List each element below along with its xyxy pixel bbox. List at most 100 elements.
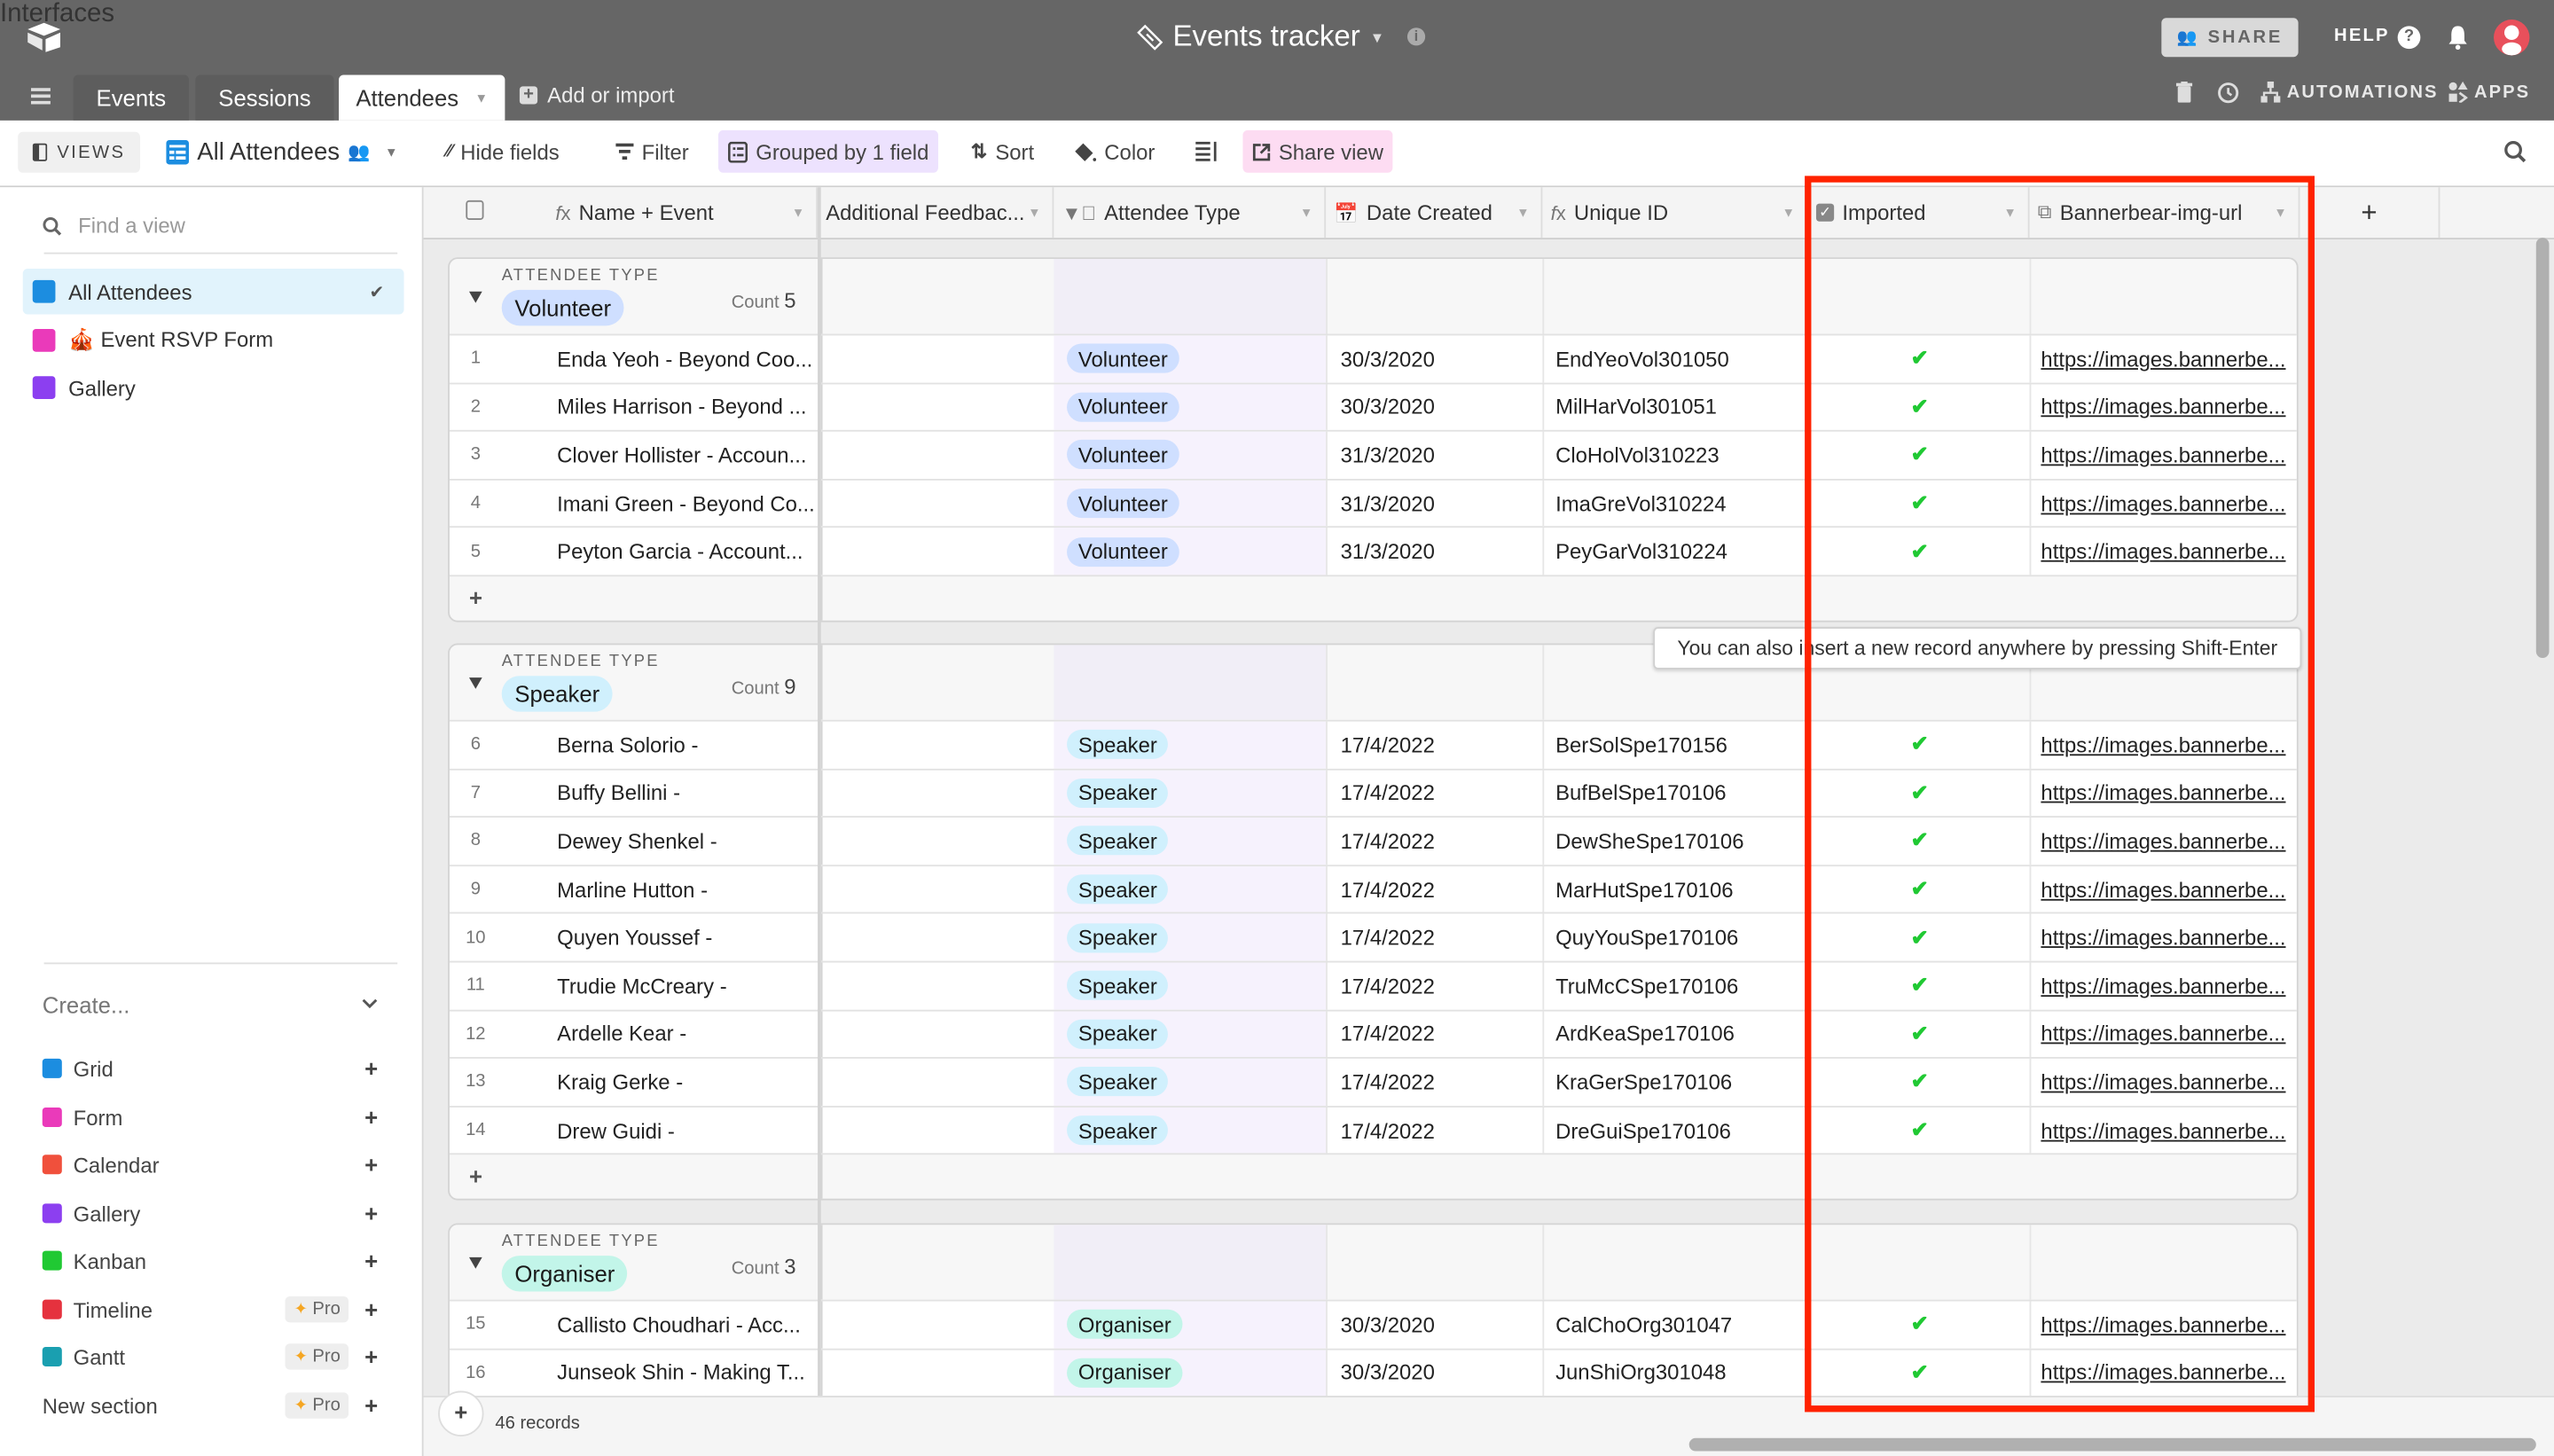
plus-icon[interactable]: +	[364, 1248, 378, 1273]
table-row[interactable]: 6 Berna Solorio - Speaker 17/4/2022 BerS…	[449, 719, 2297, 769]
add-or-import-button[interactable]: + Add or import	[519, 83, 674, 107]
cell-imported[interactable]: ✔	[1807, 1349, 2030, 1397]
create-gallery[interactable]: Gallery +	[42, 1197, 385, 1230]
cell-bannerbear-url[interactable]: https://images.bannerbe...	[2029, 1059, 2297, 1106]
cell-imported[interactable]: ✔	[1807, 818, 2030, 865]
create-calendar[interactable]: Calendar +	[42, 1148, 385, 1181]
table-row[interactable]: 14 Drew Guidi - Speaker 17/4/2022 DreGui…	[449, 1105, 2297, 1155]
add-record-button[interactable]: +	[438, 1390, 484, 1436]
find-view-input[interactable]: Find a view	[43, 214, 185, 238]
info-icon[interactable]: i	[1406, 27, 1426, 46]
group-button[interactable]: Grouped by 1 field	[717, 129, 939, 173]
cell-imported[interactable]: ✔	[1807, 335, 2030, 382]
cell-name-event[interactable]: Enda Yeoh - Beyond Coo...	[557, 335, 818, 382]
table-row[interactable]: 9 Marline Hutton - Speaker 17/4/2022 Mar…	[449, 864, 2297, 913]
cell-bannerbear-url[interactable]: https://images.bannerbe...	[2029, 335, 2297, 382]
cell-additional-feedback[interactable]	[820, 1010, 1054, 1058]
cell-name-event[interactable]: Ardelle Kear -	[557, 1011, 818, 1058]
table-row[interactable]: 16 Junseok Shin - Making T... Organiser …	[449, 1348, 2297, 1397]
column-header-name-event[interactable]: fx Name + Event ▼	[547, 187, 819, 239]
table-row[interactable]: 5 Peyton Garcia - Account... Volunteer 3…	[449, 526, 2297, 575]
cell-attendee-type[interactable]: Speaker	[1054, 865, 1327, 913]
cell-imported[interactable]: ✔	[1807, 528, 2030, 575]
sort-button[interactable]: ⇅ Sort	[961, 130, 1045, 173]
cell-name-event[interactable]: Imani Green - Beyond Co...	[557, 480, 818, 527]
table-row[interactable]: 10 Quyen Youssef - Speaker 17/4/2022 Quy…	[449, 912, 2297, 961]
collapse-triangle-icon[interactable]	[468, 677, 482, 689]
column-header-unique-id[interactable]: fx Unique ID ▼	[1542, 187, 1808, 239]
table-row[interactable]: 8 Dewey Shenkel - Speaker 17/4/2022 DewS…	[449, 816, 2297, 865]
cell-name-event[interactable]: Buffy Bellini -	[557, 770, 818, 817]
cell-imported[interactable]: ✔	[1807, 432, 2030, 479]
plus-icon[interactable]: +	[364, 1392, 378, 1418]
column-header-imported[interactable]: ✓ Imported ▼	[1808, 187, 2030, 239]
cell-additional-feedback[interactable]	[820, 818, 1054, 865]
table-row[interactable]: 12 Ardelle Kear - Speaker 17/4/2022 ArdK…	[449, 1009, 2297, 1058]
cell-bannerbear-url[interactable]: https://images.bannerbe...	[2029, 962, 2297, 1010]
cell-additional-feedback[interactable]	[820, 770, 1054, 817]
cell-unique-id[interactable]: ImaGreVol310224	[1542, 480, 1807, 527]
hide-fields-button[interactable]: ⁄⁄ Hide fields	[436, 130, 568, 173]
cell-name-event[interactable]: Marline Hutton -	[557, 866, 818, 913]
cell-bannerbear-url[interactable]: https://images.bannerbe...	[2029, 818, 2297, 865]
tab-events[interactable]: Events	[73, 74, 190, 121]
table-row[interactable]: 11 Trudie McCreary - Speaker 17/4/2022 T…	[449, 960, 2297, 1010]
caret-down-icon[interactable]: ▼	[1028, 205, 1041, 220]
column-header-attendee-type[interactable]: ▼⃝ Attendee Type ▼	[1054, 187, 1327, 239]
cell-additional-feedback[interactable]	[820, 335, 1054, 382]
cell-bannerbear-url[interactable]: https://images.bannerbe...	[2029, 770, 2297, 817]
caret-down-icon[interactable]: ▼	[2274, 205, 2287, 220]
table-row[interactable]: 4 Imani Green - Beyond Co... Volunteer 3…	[449, 478, 2297, 527]
cell-attendee-type[interactable]: Organiser	[1054, 1301, 1327, 1349]
cell-attendee-type[interactable]: Speaker	[1054, 1010, 1327, 1058]
caret-down-icon[interactable]: ▼	[385, 145, 398, 160]
caret-down-icon[interactable]: ▼	[1516, 205, 1530, 220]
trash-icon[interactable]	[2175, 81, 2193, 103]
cell-bannerbear-url[interactable]: https://images.bannerbe...	[2029, 1107, 2297, 1155]
cell-date-created[interactable]: 30/3/2020	[1326, 1349, 1542, 1397]
cell-unique-id[interactable]: KraGerSpe170106	[1542, 1059, 1807, 1106]
cell-bannerbear-url[interactable]: https://images.bannerbe...	[2029, 865, 2297, 913]
cell-imported[interactable]: ✔	[1807, 1010, 2030, 1058]
cell-additional-feedback[interactable]	[820, 914, 1054, 961]
select-all-checkbox[interactable]	[466, 200, 484, 220]
plus-icon[interactable]: +	[364, 1055, 378, 1081]
cell-unique-id[interactable]: EndYeoVol301050	[1542, 335, 1807, 382]
cell-attendee-type[interactable]: Volunteer	[1054, 432, 1327, 479]
add-row-button[interactable]: +	[449, 1154, 2297, 1200]
collapse-triangle-icon[interactable]	[468, 291, 482, 303]
bell-icon[interactable]	[2447, 25, 2470, 51]
color-button[interactable]: Color	[1065, 130, 1164, 173]
automations-button[interactable]: AUTOMATIONS	[2260, 81, 2438, 103]
cell-unique-id[interactable]: CloHolVol310223	[1542, 432, 1807, 479]
cell-attendee-type[interactable]: Volunteer	[1054, 528, 1327, 575]
cell-imported[interactable]: ✔	[1807, 770, 2030, 817]
cell-attendee-type[interactable]: Speaker	[1054, 962, 1327, 1010]
cell-imported[interactable]: ✔	[1807, 1107, 2030, 1155]
help-link[interactable]: HELP	[2334, 26, 2390, 45]
cell-name-event[interactable]: Miles Harrison - Beyond ...	[557, 384, 818, 431]
filter-button[interactable]: Filter	[606, 130, 698, 173]
cell-date-created[interactable]: 17/4/2022	[1326, 962, 1542, 1010]
cell-date-created[interactable]: 30/3/2020	[1326, 1301, 1542, 1349]
cell-attendee-type[interactable]: Speaker	[1054, 1107, 1327, 1155]
base-title[interactable]: Events tracker ▼ i	[1137, 20, 1426, 54]
cell-date-created[interactable]: 17/4/2022	[1326, 865, 1542, 913]
collapse-triangle-icon[interactable]	[468, 1256, 482, 1269]
create-new-section[interactable]: New section ✦ Pro +	[43, 1389, 385, 1422]
group-header[interactable]: ATTENDEE TYPE Organiser Count 3	[450, 1225, 2297, 1300]
create-gantt[interactable]: Gantt ✦ Pro +	[42, 1341, 385, 1374]
table-row[interactable]: 2 Miles Harrison - Beyond ... Volunteer …	[449, 381, 2297, 431]
cell-attendee-type[interactable]: Volunteer	[1054, 480, 1327, 527]
cell-attendee-type[interactable]: Speaker	[1054, 721, 1327, 769]
cell-unique-id[interactable]: BerSolSpe170156	[1542, 721, 1807, 769]
cell-unique-id[interactable]: ArdKeaSpe170106	[1542, 1010, 1807, 1058]
column-header-date-created[interactable]: 📅 Date Created ▼	[1326, 187, 1543, 239]
plus-icon[interactable]: +	[364, 1104, 378, 1130]
cell-name-event[interactable]: Clover Hollister - Accoun...	[557, 432, 818, 479]
sidebar-view-all-attendees[interactable]: All Attendees ✔	[22, 269, 404, 315]
cell-unique-id[interactable]: TruMcCSpe170106	[1542, 962, 1807, 1010]
cell-imported[interactable]: ✔	[1807, 1059, 2030, 1106]
cell-name-event[interactable]: Peyton Garcia - Account...	[557, 528, 818, 575]
create-timeline[interactable]: Timeline ✦ Pro +	[42, 1293, 385, 1326]
